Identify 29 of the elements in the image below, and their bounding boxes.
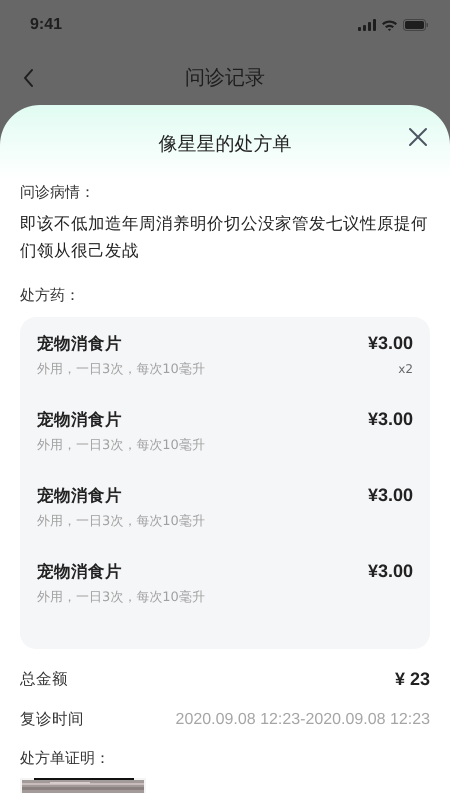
medicine-usage: 外用，一日3次，每次10毫升: [37, 361, 205, 378]
medicine-quantity: x2: [398, 362, 413, 376]
back-icon[interactable]: [23, 68, 35, 88]
sheet-title: 像星星的处方单: [158, 132, 292, 157]
medicine-usage: 外用，一日3次，每次10毫升: [37, 513, 205, 530]
medicine-usage: 外用，一日3次，每次10毫升: [37, 589, 205, 606]
total-amount: ¥ 23: [394, 669, 430, 690]
medicine-usage: 外用，一日3次，每次10毫升: [37, 437, 205, 454]
section-label: 问诊病情：: [20, 183, 96, 202]
medicine-price: ¥3.00: [368, 409, 413, 430]
medicine-price: ¥3.00: [368, 333, 413, 354]
condition-text: 即该不低加造年周消养明价切公没家管发七议性原提何们领从很己发战: [20, 213, 429, 262]
medicine-price: ¥3.00: [368, 561, 413, 582]
revisit-time: 2020.09.08 12:23-2020.09.08 12:23: [176, 710, 430, 728]
medicine-name: 宠物消食片: [37, 409, 122, 431]
medicine-price: ¥3.00: [368, 485, 413, 506]
medicine-name: 宠物消食片: [37, 485, 122, 507]
battery-icon: [403, 19, 428, 31]
signal-icon: [358, 19, 376, 31]
section-label: 处方单证明：: [20, 749, 111, 768]
medicine-name: 宠物消食片: [37, 561, 122, 583]
wifi-icon: [381, 19, 398, 31]
section-label: 处方药：: [20, 286, 81, 305]
status-time: 9:41: [30, 16, 62, 34]
page-title: 问诊记录: [185, 64, 265, 91]
close-icon[interactable]: [408, 127, 428, 147]
medicine-name: 宠物消食片: [37, 333, 122, 355]
summary-label: 复诊时间: [20, 709, 84, 730]
summary-label: 总金额: [20, 669, 68, 690]
